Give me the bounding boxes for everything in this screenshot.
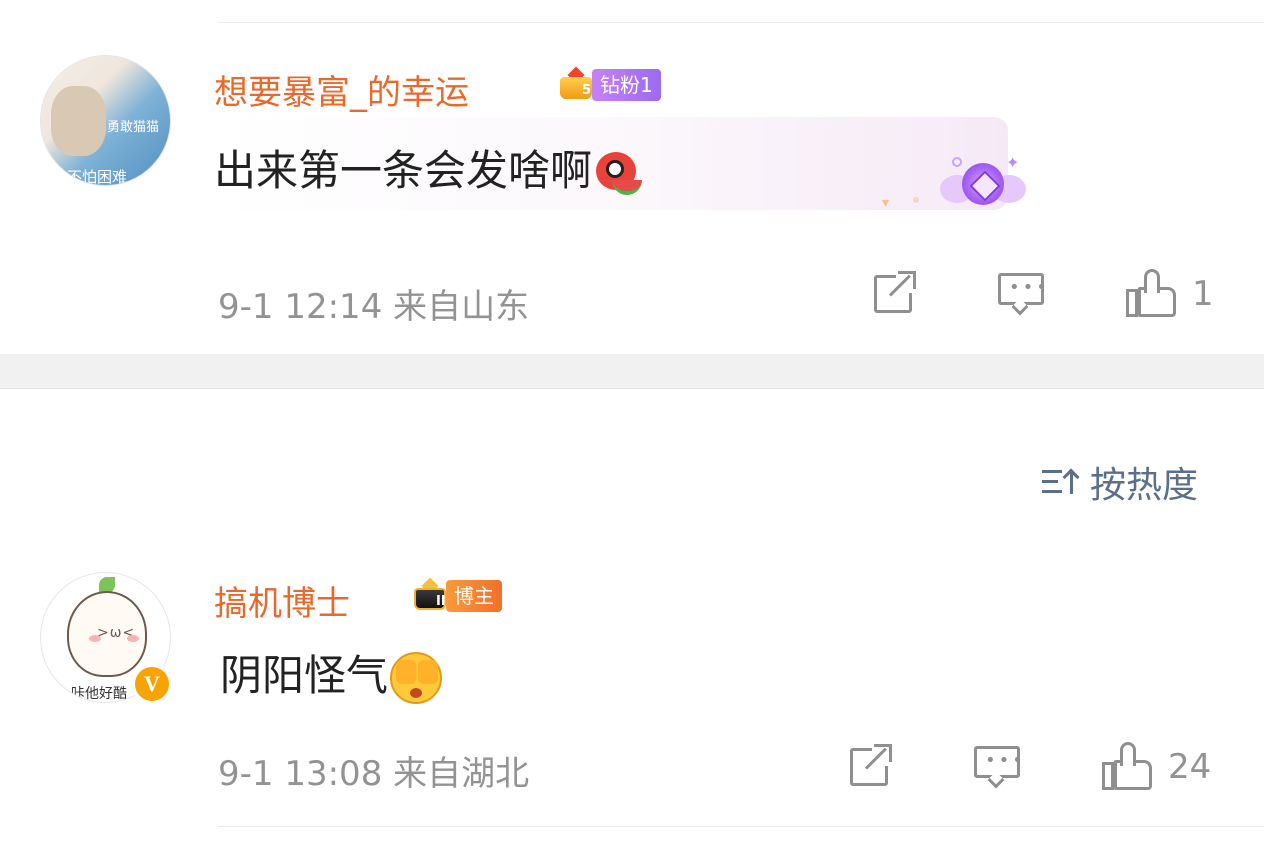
comment-location: 来自山东 bbox=[393, 287, 530, 327]
username[interactable]: 想要暴富_的幸运 bbox=[214, 65, 469, 114]
comment-text[interactable]: 出来第一条会发啥啊 bbox=[214, 137, 644, 198]
avatar[interactable]: 勇敢猫猫 不怕困难 bbox=[40, 55, 171, 186]
crown-icon: II bbox=[410, 577, 450, 614]
reply-button[interactable]: ••• bbox=[974, 740, 1023, 789]
comment-meta: 9-1 12:14 来自山东 bbox=[218, 279, 529, 328]
diamond-wings-icon: ✦ bbox=[940, 153, 1028, 223]
top-divider bbox=[218, 22, 1264, 23]
comment-time: 9-1 12:14 bbox=[218, 287, 383, 327]
share-icon bbox=[870, 267, 918, 315]
fan-badge[interactable]: 5 钻粉1 bbox=[556, 66, 661, 103]
section-divider bbox=[0, 354, 1264, 389]
avatar-caption: 勇敢猫猫 bbox=[107, 120, 160, 135]
sort-label: 按热度 bbox=[1090, 465, 1199, 506]
username[interactable]: 搞机博士 bbox=[214, 576, 350, 625]
comment-icon: ••• bbox=[974, 740, 1023, 789]
share-icon bbox=[846, 740, 894, 788]
avatar-figure bbox=[51, 86, 106, 156]
fan-badge-label: 钻粉1 bbox=[592, 69, 661, 101]
like-count: 24 bbox=[1168, 747, 1212, 787]
red-eye-mascot-emoji bbox=[596, 150, 644, 198]
comment-meta: 9-1 13:08 来自湖北 bbox=[218, 746, 529, 795]
crown-icon: 5 bbox=[556, 66, 596, 103]
share-button[interactable] bbox=[846, 740, 894, 788]
sort-icon bbox=[1042, 462, 1082, 502]
share-button[interactable] bbox=[870, 267, 918, 315]
comment-item: >ω< 咔他好酷 V 搞机博士 II 博主 阴阳怪气 9-1 13:08 来自湖… bbox=[0, 572, 1264, 851]
dot-decoration bbox=[913, 197, 919, 203]
verified-icon: V bbox=[132, 664, 172, 704]
thumbs-up-icon bbox=[1124, 267, 1178, 321]
comment-item: 勇敢猫猫 不怕困难 想要暴富_的幸运 5 钻粉1 ▾ ✦ 出来第一条会发啥啊 9… bbox=[0, 55, 1264, 355]
comment-time: 9-1 13:08 bbox=[218, 754, 383, 794]
reply-button[interactable]: ••• bbox=[998, 267, 1047, 316]
bottom-divider bbox=[218, 826, 1264, 827]
sort-by-hot-button[interactable]: 按热度 bbox=[1042, 456, 1198, 508]
shy-cover-face-emoji bbox=[390, 651, 444, 706]
avatar-caption: 咔他好酷 bbox=[71, 686, 127, 702]
avatar-caption: 不怕困难 bbox=[67, 168, 128, 186]
comment-location: 来自湖北 bbox=[393, 754, 530, 794]
blogger-badge[interactable]: II 博主 bbox=[410, 577, 502, 614]
like-button[interactable]: 24 bbox=[1100, 740, 1211, 794]
comment-text[interactable]: 阴阳怪气 bbox=[220, 642, 444, 706]
sparkle-decoration: ▾ bbox=[882, 195, 890, 211]
thumbs-up-icon bbox=[1100, 740, 1154, 794]
blogger-badge-label: 博主 bbox=[446, 580, 502, 612]
like-count: 1 bbox=[1192, 274, 1214, 314]
comment-icon: ••• bbox=[998, 267, 1047, 316]
like-button[interactable]: 1 bbox=[1124, 267, 1214, 321]
